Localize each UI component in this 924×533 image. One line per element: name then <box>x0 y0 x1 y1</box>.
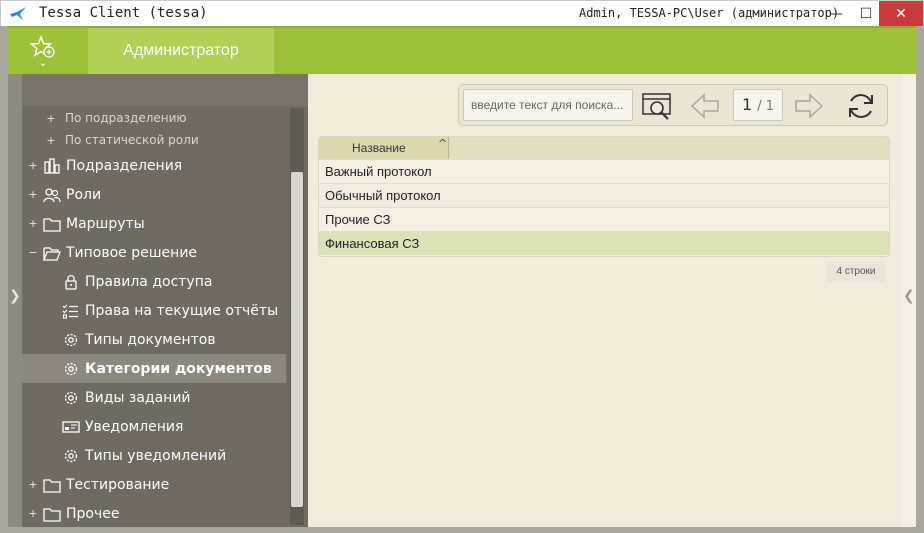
tree-item-label: Правила доступа <box>85 273 213 290</box>
minimize-button[interactable]: — <box>821 1 851 26</box>
window-titlebar: Tessa Client (tessa) Admin, TESSA-PC\Use… <box>0 0 924 26</box>
tree-item-label: Прочее <box>66 505 120 522</box>
table-row[interactable]: Важный протокол <box>319 159 889 183</box>
tree-item-other[interactable]: + Прочее <box>22 499 286 527</box>
tree-item-testing[interactable]: + Тестирование <box>22 470 286 499</box>
tree-item-notification-types[interactable]: Типы уведомлений <box>22 441 286 470</box>
window-title: Tessa Client (tessa) <box>39 5 208 21</box>
maximize-button[interactable]: ☐ <box>851 1 881 26</box>
folder-icon <box>43 507 61 522</box>
table-row[interactable]: Обычный протокол <box>319 183 889 207</box>
tree-item-label: Виды заданий <box>85 389 191 406</box>
main-panel: введите текст для поиска... 1 / 1 Назван… <box>308 74 902 527</box>
scrollbar-thumb[interactable] <box>291 172 303 507</box>
tree-item-document-categories[interactable]: Категории документов <box>22 354 286 383</box>
navigation-tree: + По подразделению + По статической роли… <box>22 106 286 527</box>
grid-header: Название ^ <box>319 137 889 159</box>
arrow-right-icon[interactable] <box>793 90 825 122</box>
current-user: Admin, TESSA-PC\User (администратор) <box>579 6 840 20</box>
expand-toggle[interactable]: + <box>46 112 56 125</box>
close-button[interactable]: ✕ <box>879 1 923 26</box>
gear-icon <box>64 391 78 404</box>
chevron-down-icon: ⌄ <box>38 56 48 69</box>
page-total: / 1 <box>757 99 775 114</box>
collapse-toggle[interactable]: − <box>28 246 38 259</box>
tree-item-access-rules[interactable]: Правила доступа <box>22 267 286 296</box>
table-row-selected[interactable]: Финансовая СЗ <box>319 231 889 255</box>
gear-icon <box>64 449 78 462</box>
tree-item-routes[interactable]: + Маршруты <box>22 209 286 238</box>
right-panel-collapse[interactable]: ❮ <box>902 74 916 527</box>
org-chart-icon <box>44 157 60 174</box>
tree-item-document-types[interactable]: Типы документов <box>22 325 286 354</box>
window-frame-left <box>0 26 8 533</box>
chevron-right-icon: ❯ <box>9 288 21 304</box>
search-view-icon[interactable] <box>641 90 673 122</box>
tree-item-task-kinds[interactable]: Виды заданий <box>22 383 286 412</box>
tree-item-label: Подразделения <box>66 157 183 174</box>
left-panel-collapse[interactable]: ❯ <box>8 74 22 527</box>
checklist-icon <box>62 304 78 319</box>
window-frame-right <box>916 26 924 533</box>
tree-item-label: Категории документов <box>85 360 272 377</box>
table-row[interactable]: Прочие СЗ <box>319 207 889 231</box>
arrow-left-icon[interactable] <box>689 90 721 122</box>
notification-icon <box>62 420 80 433</box>
chevron-left-icon: ❮ <box>903 288 915 304</box>
tab-administrator[interactable]: Администратор <box>88 28 274 74</box>
tree-item-notifications[interactable]: Уведомления <box>22 412 286 441</box>
search-input[interactable]: введите текст для поиска... <box>463 89 633 121</box>
tree-item-label: Маршруты <box>66 215 145 232</box>
tree-item-standard-solution[interactable]: − Типовое решение <box>22 238 286 267</box>
expand-toggle[interactable]: + <box>46 134 56 147</box>
tree-item-departments[interactable]: + Подразделения <box>22 151 286 180</box>
expand-toggle[interactable]: + <box>28 217 38 230</box>
tree-item-by-department[interactable]: + По подразделению <box>22 107 286 129</box>
tree-item-roles[interactable]: + Роли <box>22 180 286 209</box>
folder-icon <box>43 217 61 232</box>
expand-toggle[interactable]: + <box>28 188 38 201</box>
column-header-name[interactable]: Название <box>319 137 449 159</box>
sidebar-header <box>22 74 308 106</box>
expand-toggle[interactable]: + <box>28 478 38 491</box>
tree-item-label: Уведомления <box>85 418 184 435</box>
row-count-badge: 4 строки <box>826 262 886 282</box>
tessa-bird-icon <box>10 7 26 20</box>
refresh-icon[interactable] <box>845 90 877 122</box>
results-grid: Название ^ Важный протокол Обычный прото… <box>318 136 890 257</box>
top-bar: ⌄ Администратор <box>8 26 916 74</box>
lock-icon <box>65 274 77 290</box>
tree-item-label: По подразделению <box>65 111 187 125</box>
sidebar: + По подразделению + По статической роли… <box>22 74 308 527</box>
window-frame-bottom <box>0 527 924 533</box>
sidebar-scrollbar[interactable] <box>286 106 308 527</box>
tree-item-label: Тестирование <box>66 476 170 493</box>
page-indicator[interactable]: 1 / 1 <box>733 89 783 121</box>
gear-icon <box>64 362 78 375</box>
tree-item-label: Типы уведомлений <box>85 447 227 464</box>
folder-open-icon <box>43 246 61 261</box>
tree-item-by-static-role[interactable]: + По статической роли <box>22 129 286 151</box>
tree-item-label: По статической роли <box>65 133 199 147</box>
tree-item-label: Роли <box>66 186 102 203</box>
sort-ascending-icon[interactable]: ^ <box>438 137 447 150</box>
folder-icon <box>43 478 61 493</box>
users-icon <box>43 187 61 202</box>
tree-item-label: Типы документов <box>85 331 216 348</box>
favorites-button[interactable]: ⌄ <box>8 28 78 74</box>
expand-toggle[interactable]: + <box>28 507 38 520</box>
gear-icon <box>64 333 78 346</box>
search-toolbar: введите текст для поиска... 1 / 1 <box>458 84 888 126</box>
expand-toggle[interactable]: + <box>28 159 38 172</box>
tree-item-report-permissions[interactable]: Права на текущие отчёты <box>22 296 286 325</box>
tree-item-label: Типовое решение <box>66 244 198 261</box>
page-current: 1 <box>741 95 753 114</box>
tree-item-label: Права на текущие отчёты <box>85 302 279 319</box>
column-header-label: Название <box>352 141 406 155</box>
